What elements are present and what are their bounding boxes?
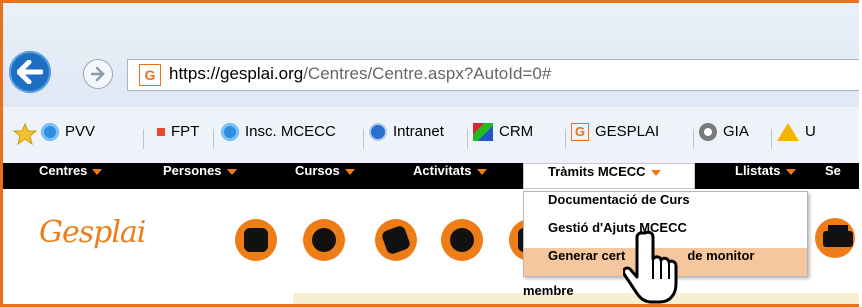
menu-item-documentacio-curs[interactable]: Documentació de Curs xyxy=(524,192,807,220)
bookmark-fpt[interactable]: FPT xyxy=(153,123,199,153)
centre-icon[interactable] xyxy=(235,219,277,261)
gear-icon xyxy=(699,123,717,142)
menu-llistats[interactable]: Llistats xyxy=(735,163,796,189)
bookmark-crm[interactable]: CRM xyxy=(473,123,533,153)
forward-button[interactable] xyxy=(83,59,113,89)
ie-icon xyxy=(221,123,239,142)
menu-activitats[interactable]: Activitats xyxy=(413,163,487,189)
bookmark-drive[interactable]: U xyxy=(777,123,816,153)
favorites-star-icon[interactable] xyxy=(12,122,38,153)
chevron-down-icon xyxy=(226,168,237,175)
ball-icon[interactable] xyxy=(441,219,483,261)
printer-icon[interactable] xyxy=(813,217,859,263)
chevron-down-icon xyxy=(785,168,796,175)
chevron-down-icon xyxy=(92,168,103,175)
bookmark-intranet[interactable]: Intranet xyxy=(369,123,444,153)
notebook-icon[interactable] xyxy=(375,219,417,261)
menu-centres[interactable]: Centres xyxy=(39,163,103,189)
menu-item-membre[interactable]: membre xyxy=(523,283,583,303)
bookmark-gesplai[interactable]: G GESPLAI xyxy=(571,123,659,153)
forward-arrow-icon xyxy=(90,66,105,82)
hand-cursor-icon xyxy=(622,229,703,304)
gesplai-logo: Gesplai xyxy=(39,215,146,250)
menu-tramits-mcecc[interactable]: Tràmits MCECC xyxy=(523,163,695,189)
back-button[interactable] xyxy=(9,51,51,93)
main-menu: Centres Persones Cursos Activitats Tràmi… xyxy=(3,163,859,189)
chart-icon xyxy=(473,123,493,142)
back-arrow-icon xyxy=(17,60,43,84)
ie-icon xyxy=(41,123,59,142)
person-icon[interactable] xyxy=(303,219,345,261)
url-path: /Centres/Centre.aspx?AutoId=0# xyxy=(303,64,552,83)
bookmark-pvv[interactable]: PVV xyxy=(41,123,95,153)
globe-icon xyxy=(369,123,387,142)
bookmark-gia[interactable]: GIA xyxy=(699,123,749,153)
chevron-down-icon xyxy=(650,169,661,176)
menu-cursos[interactable]: Cursos xyxy=(295,163,355,189)
menu-persones[interactable]: Persones xyxy=(163,163,237,189)
url-text[interactable]: https://gesplai.org/Centres/Centre.aspx?… xyxy=(169,64,551,84)
site-favicon-icon: G xyxy=(139,64,161,86)
gesplai-icon: G xyxy=(571,123,589,142)
browser-window: G https://gesplai.org/Centres/Centre.asp… xyxy=(0,0,859,307)
menu-se[interactable]: Se xyxy=(825,163,841,189)
chevron-down-icon xyxy=(344,168,355,175)
browser-chrome: G https://gesplai.org/Centres/Centre.asp… xyxy=(3,3,859,107)
bookmark-insc-mcecc[interactable]: Insc. MCECC xyxy=(221,123,336,153)
drive-icon xyxy=(777,123,799,142)
url-domain: https://gesplai.org xyxy=(169,64,304,83)
orange-square-icon xyxy=(157,128,165,137)
chevron-down-icon xyxy=(476,168,487,175)
bookmarks-bar: PVV FPT Insc. MCECC Intranet CRM G GESPLA… xyxy=(3,122,859,153)
